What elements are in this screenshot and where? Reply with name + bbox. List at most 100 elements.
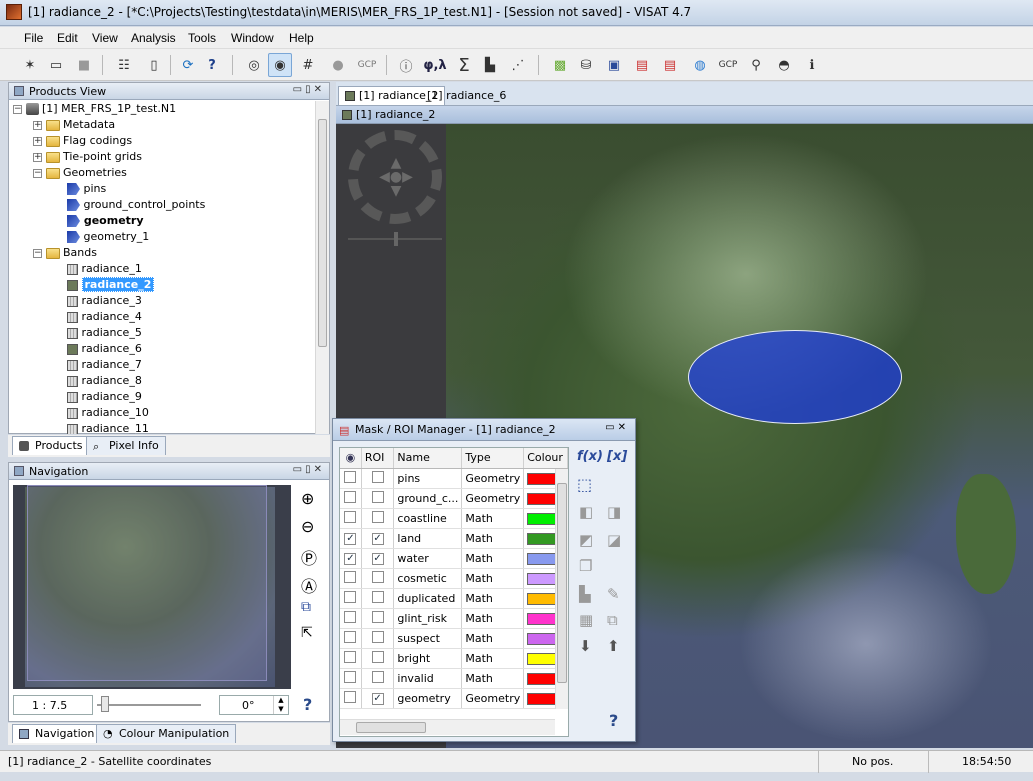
visibility-checkbox[interactable] — [344, 690, 357, 703]
mask-table-vscroll[interactable] — [555, 469, 568, 709]
visibility-checkbox[interactable] — [344, 630, 357, 643]
collapse-icon[interactable]: − — [33, 248, 42, 258]
zoom-in-icon[interactable]: ⊕ — [301, 489, 314, 508]
roi-checkbox[interactable] — [371, 570, 384, 583]
tree-band[interactable]: radiance_8 — [82, 374, 142, 387]
tree-folder-flag-codings[interactable]: Flag codings — [63, 134, 132, 147]
app-icon[interactable] — [6, 4, 22, 20]
rotation-slider-thumb[interactable] — [394, 232, 398, 246]
layer-manager-icon[interactable]: ▣ — [602, 53, 626, 77]
zoom-all-icon[interactable]: Ⓐ — [301, 573, 317, 597]
tree-band[interactable]: radiance_9 — [82, 390, 142, 403]
collapse-icon[interactable]: − — [33, 168, 42, 178]
intersection-icon[interactable]: ◨ — [607, 503, 621, 521]
statistics-icon[interactable]: Σ — [452, 53, 476, 77]
mask-colour-swatch[interactable] — [527, 672, 558, 685]
mask-row[interactable]: coastline Math — [340, 508, 568, 529]
mask-row[interactable]: ground_c... Geometry — [340, 488, 568, 509]
export-mask-icon[interactable]: ⬆ — [607, 637, 620, 655]
mask-name[interactable]: bright — [393, 648, 463, 669]
help-icon[interactable]: ? — [200, 53, 224, 77]
visibility-checkbox[interactable]: ✓ — [344, 553, 357, 565]
export-icon[interactable]: ▯ — [142, 53, 166, 77]
tree-folder-metadata[interactable]: Metadata — [63, 118, 115, 131]
roi-checkbox[interactable] — [371, 670, 384, 683]
panel-controls-icon[interactable]: ▭▯✕ — [293, 84, 325, 95]
mask-colour-swatch[interactable] — [527, 632, 558, 645]
mask-colour-swatch[interactable] — [527, 472, 558, 485]
visibility-checkbox[interactable]: ✓ — [344, 533, 357, 545]
edit-mask-icon[interactable]: ✎ — [607, 585, 620, 603]
tree-band[interactable]: radiance_5 — [82, 326, 142, 339]
info-tool-icon[interactable]: ℹ — [800, 53, 824, 77]
graticule-icon[interactable]: # — [296, 53, 320, 77]
menu-file[interactable]: File — [24, 31, 43, 45]
mask-row[interactable]: suspect Math — [340, 628, 568, 649]
geo-coding-icon[interactable]: φ,λ — [420, 53, 450, 77]
expand-icon[interactable]: + — [33, 120, 42, 130]
visibility-checkbox[interactable] — [344, 670, 357, 683]
menu-analysis[interactable]: Analysis — [131, 31, 176, 45]
mask-name[interactable]: glint_risk — [393, 608, 463, 629]
tree-band[interactable]: radiance_3 — [82, 294, 142, 307]
menu-view[interactable]: View — [92, 31, 118, 45]
visibility-checkbox[interactable] — [344, 490, 357, 503]
mask-name[interactable]: pins — [393, 468, 463, 489]
nav-help-icon[interactable]: ? — [303, 695, 312, 714]
tree-band[interactable]: radiance_10 — [82, 406, 149, 419]
new-vector-mask-icon[interactable]: ⬚ — [577, 475, 592, 494]
pin-overlay-icon[interactable]: ● — [326, 53, 350, 77]
mask-row[interactable]: pins Geometry — [340, 468, 568, 489]
mask-colour-swatch[interactable] — [527, 692, 558, 705]
zoom-slider-thumb[interactable] — [101, 696, 109, 712]
roi-header[interactable]: ROI — [361, 448, 395, 469]
union-icon[interactable]: ◧ — [579, 503, 593, 521]
transfer-mask-icon[interactable]: ⧉ — [607, 611, 618, 629]
mask-row[interactable]: duplicated Math — [340, 588, 568, 609]
collapse-icon[interactable]: − — [13, 104, 22, 114]
visibility-checkbox[interactable] — [344, 570, 357, 583]
mask-row[interactable]: ✓ geometry Geometry — [340, 688, 568, 709]
mask-row[interactable]: cosmetic Math — [340, 568, 568, 589]
type-header[interactable]: Type — [461, 448, 525, 469]
mask-vscroll-thumb[interactable] — [557, 483, 567, 683]
complement-icon[interactable]: ◪ — [607, 531, 621, 549]
tab-navigation[interactable]: Navigation — [12, 724, 102, 743]
mask-colour-swatch[interactable] — [527, 492, 558, 505]
visibility-checkbox[interactable] — [344, 590, 357, 603]
mask-name[interactable]: coastline — [393, 508, 463, 529]
overlay-icon[interactable]: ◎ — [242, 53, 266, 77]
overlay-selected-icon[interactable]: ◉ — [268, 53, 292, 77]
tree-band-selected[interactable]: radiance_2 — [81, 277, 155, 292]
difference-icon[interactable]: ◩ — [579, 531, 593, 549]
zoom-slider-track[interactable] — [97, 704, 201, 706]
mask-row[interactable]: bright Math — [340, 648, 568, 669]
tree-band[interactable]: radiance_6 — [82, 342, 142, 355]
mask-name[interactable]: cosmetic — [393, 568, 463, 589]
mask-name[interactable]: duplicated — [393, 588, 463, 609]
mask-name[interactable]: water — [393, 548, 463, 569]
roi-checkbox[interactable] — [371, 650, 384, 663]
properties-icon[interactable]: ☷ — [112, 53, 136, 77]
sync-views-icon[interactable]: ⧉ — [301, 599, 311, 615]
zoom-pixel-icon[interactable]: Ⓟ — [301, 545, 317, 569]
sync-cursor-icon[interactable]: ⇱ — [301, 625, 313, 641]
mask-manager-controls-icon[interactable]: ▭✕ — [605, 422, 629, 433]
tree-scroll-thumb[interactable] — [318, 119, 327, 347]
mask-manager-icon[interactable]: ▤ — [630, 53, 654, 77]
mask-row[interactable]: ✓ ✓ land Math — [340, 528, 568, 549]
mask-name[interactable]: invalid — [393, 668, 463, 689]
tree-scrollbar[interactable] — [315, 101, 329, 434]
save-product-icon[interactable]: ■ — [72, 53, 96, 77]
menu-window[interactable]: Window — [231, 31, 274, 45]
tree-band[interactable]: radiance_7 — [82, 358, 142, 371]
tree-folder-bands[interactable]: Bands — [63, 246, 97, 259]
tab-colour-manipulation[interactable]: ◔ Colour Manipulation — [96, 724, 237, 743]
tree-geometry-pins[interactable]: pins — [84, 182, 107, 195]
roi-checkbox[interactable] — [371, 630, 384, 643]
product-node[interactable]: [1] MER_FRS_1P_test.N1 — [42, 102, 176, 115]
roi-checkbox[interactable]: ✓ — [371, 553, 384, 565]
mask-colour-swatch[interactable] — [527, 532, 558, 545]
panel-controls-icon[interactable]: ▭▯✕ — [293, 464, 325, 475]
mask-colour-swatch[interactable] — [527, 572, 558, 585]
